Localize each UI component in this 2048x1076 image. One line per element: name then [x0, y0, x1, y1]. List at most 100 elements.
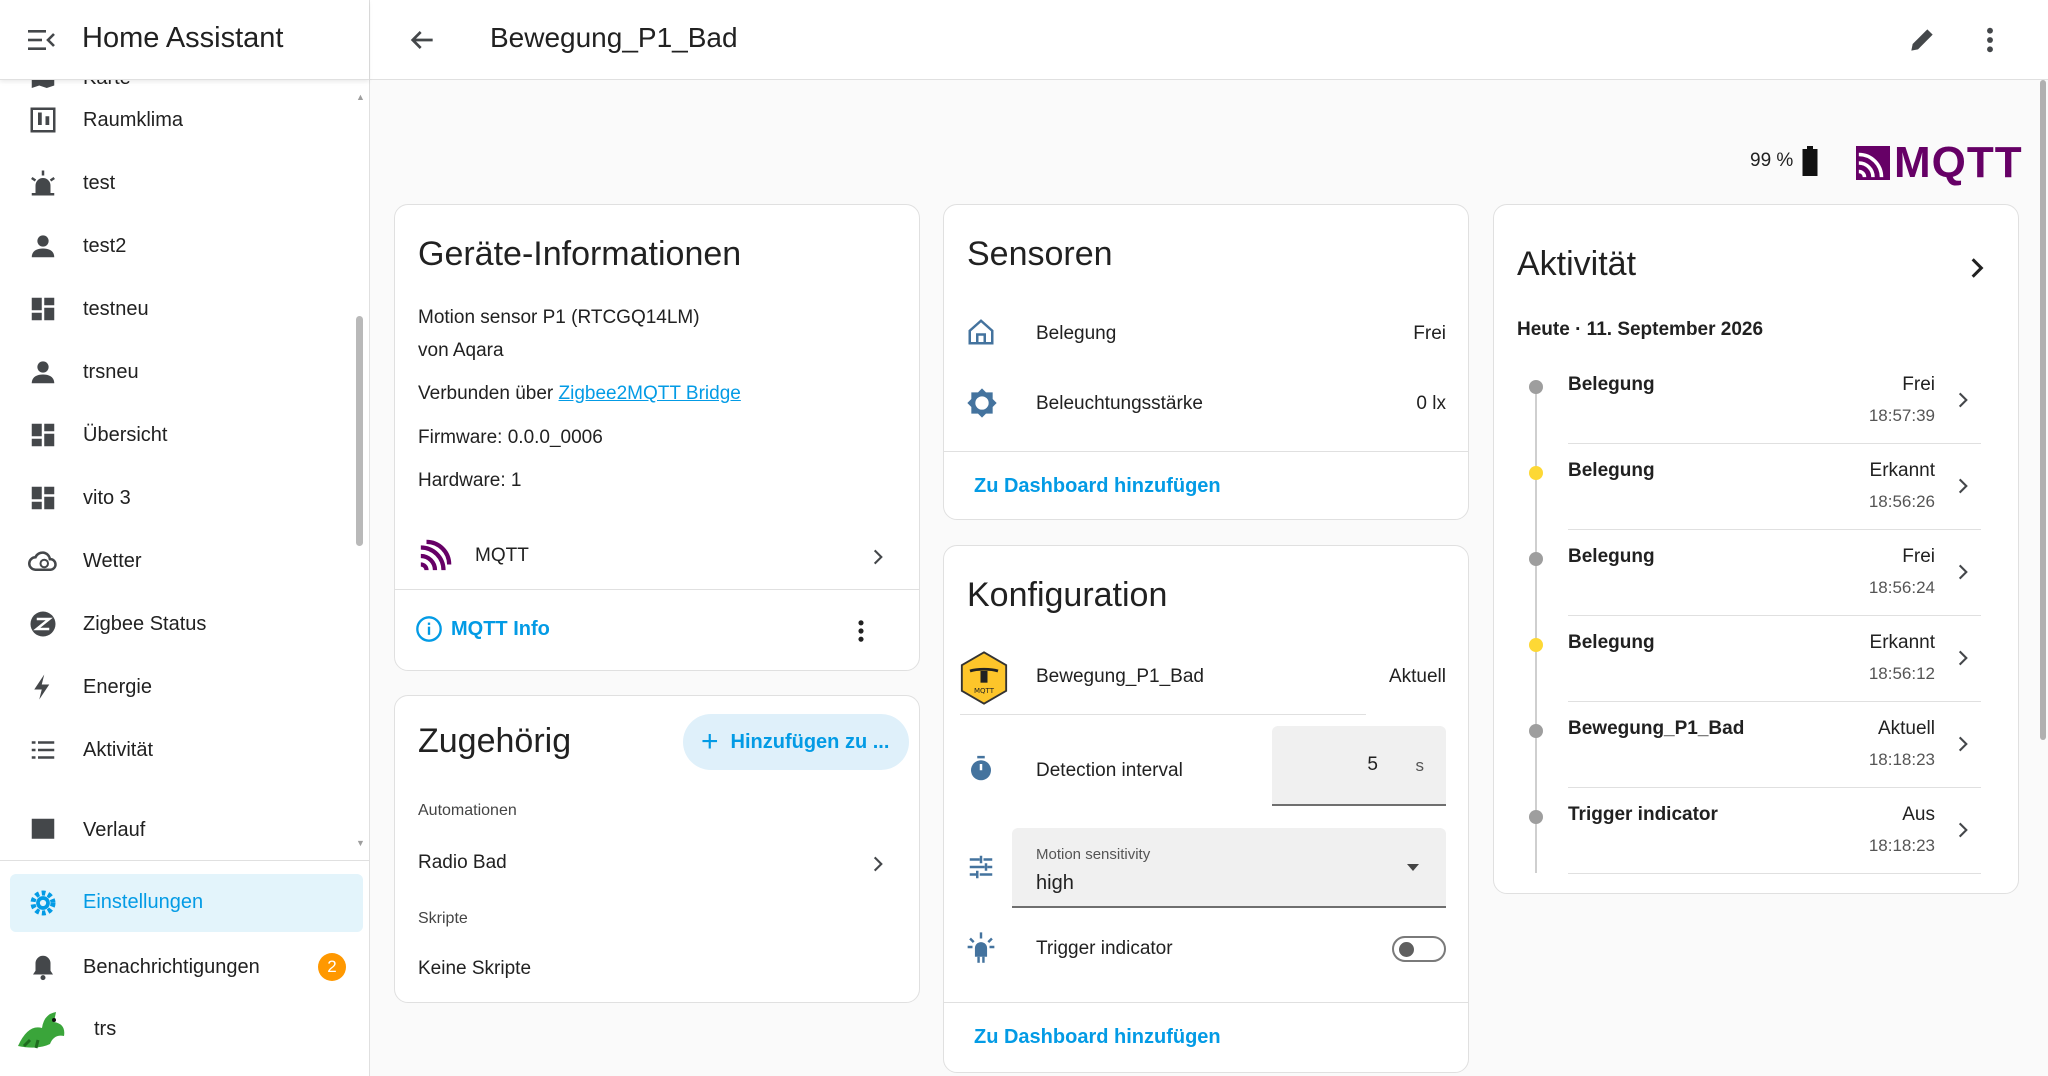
sidebar-item-verlauf[interactable]: Verlauf [0, 800, 369, 860]
avatar [18, 1012, 65, 1049]
sidebar-item-vito3[interactable]: vito 3 [0, 468, 369, 528]
add-to-dashboard-link[interactable]: Zu Dashboard hinzufügen [974, 1026, 1221, 1049]
notification-count-badge: 2 [318, 953, 346, 981]
sidebar-item-label: Wetter [83, 549, 142, 572]
activity-entry-name: Bewegung_P1_Bad [1568, 718, 1745, 739]
activity-entry-state: Frei [1902, 374, 1935, 395]
sidebar-item-label: Aktivität [83, 738, 154, 761]
weather-icon [28, 551, 57, 571]
divider [395, 589, 919, 590]
page-scrollbar[interactable] [2040, 80, 2046, 740]
detection-interval-label: Detection interval [1036, 760, 1183, 781]
configuration-card: Konfiguration MQTT Bewegung_P1_Bad Aktue… [943, 545, 1469, 1073]
sidebar-item-trsneu[interactable]: trsneu [0, 342, 369, 402]
scripts-empty: Keine Skripte [418, 958, 532, 979]
mqtt-integration-icon [420, 539, 452, 571]
sensor-value: Frei [1413, 323, 1446, 344]
divider [960, 714, 1366, 715]
trigger-indicator-label: Trigger indicator [1036, 938, 1173, 959]
trigger-indicator-toggle[interactable] [1392, 936, 1446, 962]
sidebar-item-einstellungen[interactable]: Einstellungen [10, 874, 363, 932]
zigbee-icon [30, 611, 56, 637]
battery-level: 99 % [1750, 150, 1794, 171]
activity-entry-time: 18:18:23 [1868, 836, 1935, 855]
scripts-heading: Skripte [418, 910, 468, 927]
sidebar-item-label: vito 3 [83, 486, 131, 509]
plus-icon: + [701, 725, 719, 758]
sensor-label: Belegung [1036, 323, 1117, 344]
chevron-right-icon [1958, 564, 1968, 580]
add-to-button[interactable]: + Hinzufügen zu ... [683, 714, 909, 770]
sidebar-scrollbar[interactable] [356, 316, 363, 546]
card-title: Sensoren [967, 235, 1113, 273]
automation-item[interactable]: Radio Bad [395, 836, 919, 892]
sidebar-item-test[interactable]: test [0, 153, 369, 213]
brightness-icon [967, 388, 997, 418]
hardware-version: Hardware: 1 [418, 470, 522, 491]
sidebar-user[interactable]: trs [0, 999, 369, 1059]
sensor-row-beleuchtungsstaerke[interactable]: Beleuchtungsstärke 0 lx [944, 371, 1468, 435]
divider [1568, 787, 1981, 788]
divider [944, 1002, 1468, 1003]
motion-sensitivity-value: high [1036, 872, 1074, 894]
sidebar-item-benachrichtigungen[interactable]: Benachrichtigungen [0, 937, 369, 997]
device-model: Motion sensor P1 (RTCGQ14LM) [418, 307, 700, 328]
timeline-dot [1529, 810, 1543, 824]
sidebar-item-uebersicht[interactable]: Übersicht [0, 405, 369, 465]
integration-label: MQTT [475, 545, 529, 566]
sidebar-item-label: testneu [83, 297, 149, 320]
firmware-update-row[interactable]: MQTT Bewegung_P1_Bad Aktuell [944, 642, 1468, 712]
sidebar-item-test2[interactable]: test2 [0, 216, 369, 276]
sidebar-item-energie[interactable]: Energie [0, 657, 369, 717]
list-icon [31, 741, 55, 759]
mqtt-brand-logo: MQTT [1856, 138, 2023, 188]
chevron-right-icon [873, 856, 883, 872]
mqtt-info-button[interactable]: MQTT Info [415, 615, 550, 643]
detection-interval-value: 5 [1367, 754, 1378, 775]
dropdown-arrow-icon [1407, 864, 1419, 871]
more-vertical-icon[interactable] [1974, 24, 2006, 56]
activity-entry-name: Belegung [1568, 460, 1655, 481]
menu-collapse-icon[interactable] [28, 28, 56, 52]
more-vertical-icon[interactable] [847, 617, 875, 645]
sidebar-item-aktivitaet[interactable]: Aktivität [0, 720, 369, 780]
device-info-card: Geräte-Informationen Motion sensor P1 (R… [394, 204, 920, 671]
scroll-up-arrow[interactable]: ▲ [356, 92, 365, 102]
timer-icon [971, 755, 991, 781]
sidebar-item-label: Energie [83, 675, 152, 698]
card-title: Aktivität [1517, 245, 1637, 283]
activity-entry-state: Frei [1902, 546, 1935, 567]
sidebar-item-raumklima[interactable]: Raumklima [0, 90, 369, 150]
chevron-right-icon[interactable] [1964, 255, 1990, 281]
add-to-dashboard-link[interactable]: Zu Dashboard hinzufügen [974, 475, 1221, 498]
zigbee2mqtt-bridge-link[interactable]: Zigbee2MQTT Bridge [559, 383, 741, 404]
sidebar-item-wetter[interactable]: Wetter [0, 531, 369, 591]
pencil-icon[interactable] [1906, 24, 1938, 56]
mqtt-logo-icon [1856, 146, 1890, 180]
sidebar-item-zigbee-status[interactable]: Zigbee Status [0, 594, 369, 654]
connected-via-prefix: Verbunden über [418, 383, 559, 404]
detection-interval-input[interactable]: 5 s [1272, 726, 1446, 806]
sidebar-nav: Karte Raumklima test test2 testneu trsne… [0, 80, 369, 860]
divider [1568, 701, 1981, 702]
sidebar-item-testneu[interactable]: testneu [0, 279, 369, 339]
chevron-right-icon [1958, 650, 1968, 666]
integration-row-mqtt[interactable]: MQTT [395, 525, 919, 589]
timeline-dot [1529, 466, 1543, 480]
back-arrow-icon[interactable] [406, 24, 438, 56]
sidebar-item-label: test2 [83, 234, 127, 257]
app-title: Home Assistant [82, 22, 284, 54]
timeline-dot [1529, 380, 1543, 394]
chevron-right-icon [1958, 478, 1968, 494]
account-icon [31, 235, 55, 258]
mqtt-logo-text: MQTT [1894, 138, 2023, 187]
sensor-row-belegung[interactable]: Belegung Frei [944, 301, 1468, 365]
sidebar-item-label: Raumklima [83, 108, 184, 131]
motion-sensitivity-select[interactable]: Motion sensitivity high [1012, 828, 1446, 908]
battery-icon [1802, 146, 1818, 176]
sensor-label: Beleuchtungsstärke [1036, 393, 1203, 414]
related-card: Zugehörig + Hinzufügen zu ... Automatione… [394, 695, 920, 1003]
sidebar-item-label: Verlauf [83, 818, 146, 841]
scroll-down-arrow[interactable]: ▼ [356, 838, 365, 848]
divider [1568, 443, 1981, 444]
